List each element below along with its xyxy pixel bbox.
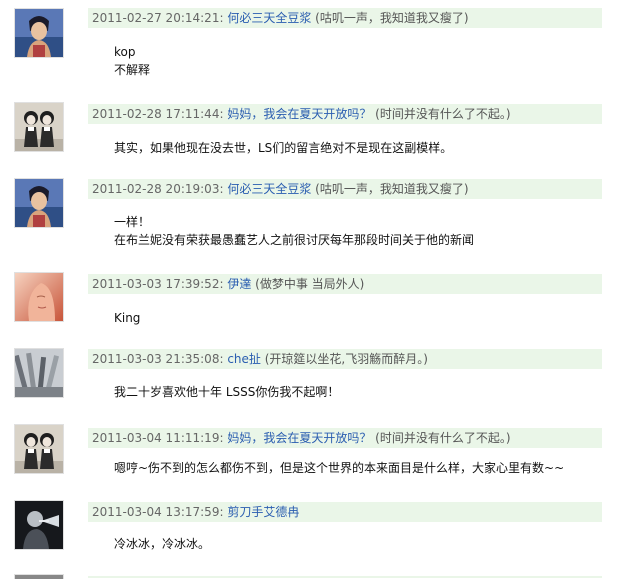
avatar[interactable] [14,500,64,550]
comment-timestamp: 2011-02-27 20:14:21: [92,11,224,25]
author-signature: (开琼筵以坐花,飞羽觞而醉月。) [264,352,428,366]
comment-header: 2011-03-03 21:35:08: che扯 (开琼筵以坐花,飞羽觞而醉月… [88,349,602,369]
author-link[interactable]: che扯 [227,352,261,366]
pipes-icon [15,349,63,397]
comment-timestamp: 2011-03-03 21:35:08: [92,352,224,366]
comment-body: kop 不解释 [114,43,150,79]
comment-text-line: 在布兰妮没有荣获最愚蠢艺人之前很讨厌每年那段时间关于他的新闻 [114,233,475,247]
comment-text-line: 我二十岁喜欢他十年 LSSS你伤我不起啊！ [114,385,340,399]
comment-header: 2011-03-04 13:17:59: 剪刀手艾德冉 [88,502,602,522]
comment-header: 2011-03-04 11:11:19: 妈妈，我会在夏天开放吗？ (时间并没有… [88,428,602,448]
comment-body: 我二十岁喜欢他十年 LSSS你伤我不起啊！ [114,383,339,401]
comment-text-line: 嗯哼~伤不到的怎么都伤不到，但是这个世界的本来面目是什么样，大家心里有数~~ [114,461,565,475]
comment-body: King [114,309,140,327]
author-signature: (咕叽一声，我知道我又瘦了) [315,182,469,196]
author-link[interactable]: 妈妈，我会在夏天开放吗？ [227,107,371,121]
comment-timestamp: 2011-03-04 13:17:59: [92,505,224,519]
author-link[interactable]: 何必三天全豆浆 [227,182,311,196]
avatar[interactable] [14,178,64,228]
author-signature: (咕叽一声，我知道我又瘦了) [315,11,469,25]
twin-girls-icon [15,103,63,151]
comment-header: 2011-02-27 20:14:21: 何必三天全豆浆 (咕叽一声，我知道我又… [88,8,602,28]
author-link[interactable]: 何必三天全豆浆 [227,11,311,25]
comment-body: 嗯哼~伤不到的怎么都伤不到，但是这个世界的本来面目是什么样，大家心里有数~~ [114,459,564,477]
author-signature: (时间并没有什么了不起。) [375,431,511,445]
avatar[interactable] [14,272,64,322]
avatar[interactable] [14,8,64,58]
comment-body: 冷冰冰，冷冰冰。 [114,535,210,553]
author-signature: (时间并没有什么了不起。) [375,107,511,121]
comment-text-line: 一样！ [114,215,151,229]
author-link[interactable]: 剪刀手艾德冉 [227,505,299,519]
comment-text-line: 其实，如果他现在没去世，LS们的留言绝对不是现在这副模样。 [114,141,453,155]
comment-text-line: 冷冰冰，冷冰冰。 [114,537,211,551]
comment-text-line: kop [114,45,136,59]
comment-timestamp: 2011-02-28 17:11:44: [92,107,224,121]
comment-header: 2011-02-28 17:11:44: 妈妈，我会在夏天开放吗？ (时间并没有… [88,104,602,124]
comment-header: 2011-02-28 20:19:03: 何必三天全豆浆 (咕叽一声，我知道我又… [88,179,602,199]
avatar[interactable] [14,574,64,579]
comment-text-line: 不解释 [114,63,151,77]
comment-header: 2011-03-03 17:39:52: 伊達 (做梦中事 当局外人) [88,274,602,294]
comment-timestamp: 2011-03-04 11:11:19: [92,431,224,445]
author-signature: (做梦中事 当局外人) [255,277,365,291]
author-link[interactable]: 妈妈，我会在夏天开放吗？ [227,431,371,445]
buddha-face-icon [15,273,63,321]
author-link[interactable]: 伊達 [227,277,251,291]
anime-man-icon [15,179,63,227]
comment-timestamp: 2011-02-28 20:19:03: [92,182,224,196]
avatar[interactable] [14,102,64,152]
avatar[interactable] [14,348,64,398]
comment-body: 一样！ 在布兰妮没有荣获最愚蠢艺人之前很讨厌每年那段时间关于他的新闻 [114,213,474,249]
avatar[interactable] [14,424,64,474]
trumpet-player-icon [15,501,63,549]
comment-body: 其实，如果他现在没去世，LS们的留言绝对不是现在这副模样。 [114,139,452,157]
twin-girls-icon [15,425,63,473]
comment-text-line: King [114,311,141,325]
comment-timestamp: 2011-03-03 17:39:52: [92,277,224,291]
anime-man-icon [15,9,63,57]
